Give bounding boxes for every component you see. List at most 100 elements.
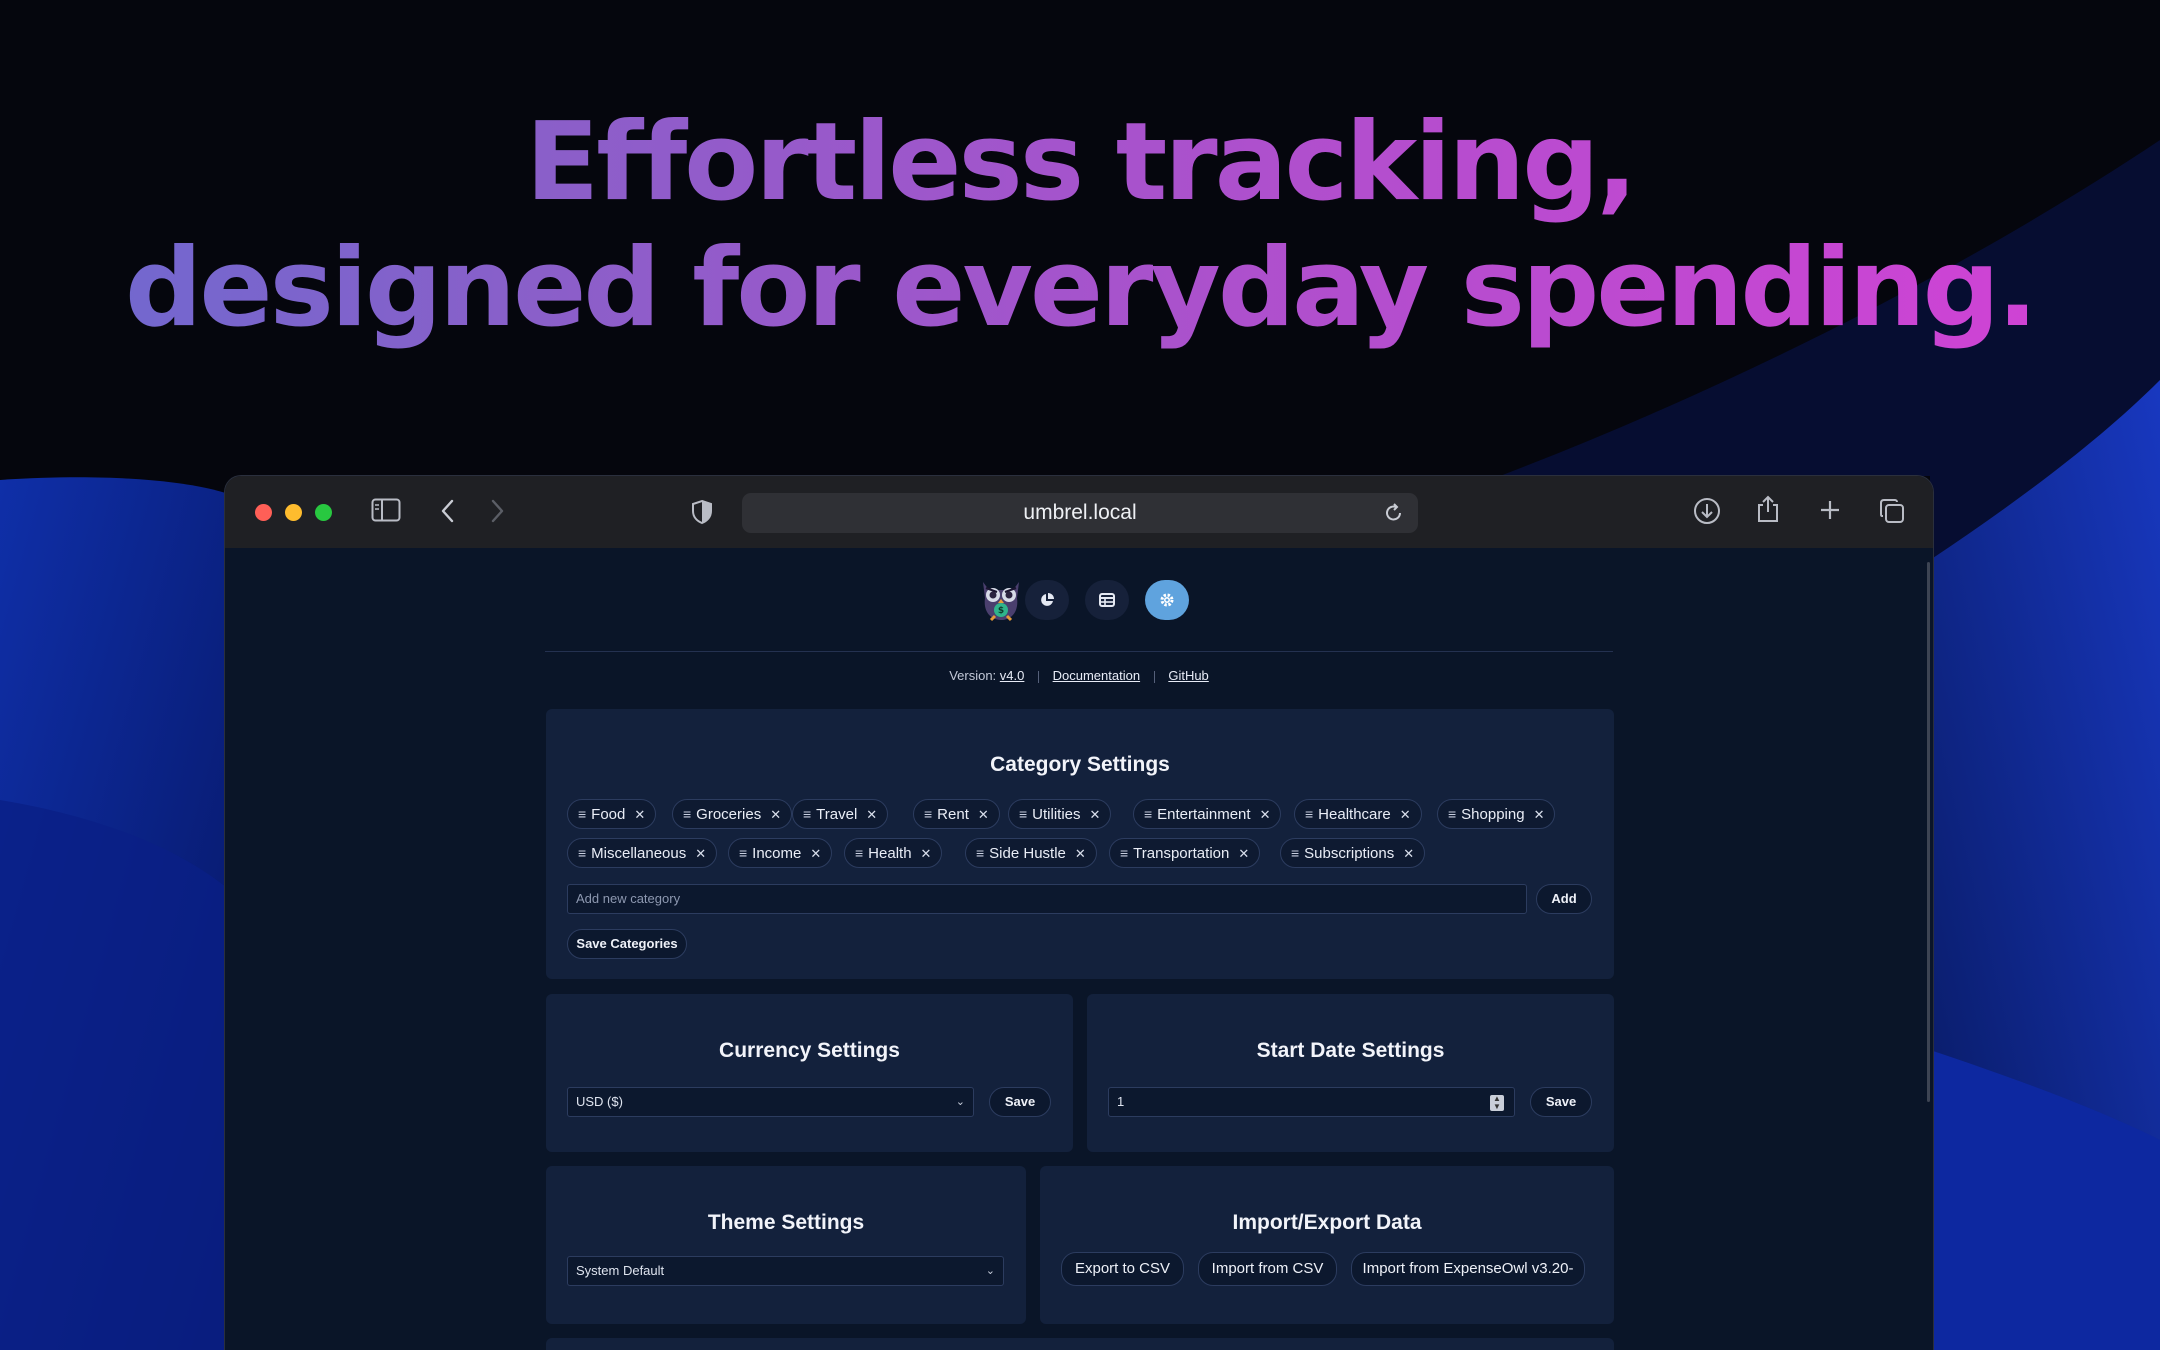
remove-category-icon[interactable]: ✕ <box>1400 807 1411 822</box>
drag-handle-icon[interactable]: ≡ <box>803 806 811 822</box>
start-date-input[interactable]: 1 ▲ ▼ <box>1108 1087 1515 1117</box>
remove-category-icon[interactable]: ✕ <box>1403 846 1414 861</box>
privacy-shield-icon[interactable] <box>691 499 713 530</box>
divider <box>1153 670 1155 683</box>
drag-handle-icon[interactable]: ≡ <box>924 806 932 822</box>
add-category-input[interactable]: Add new category <box>567 884 1527 914</box>
category-chip[interactable]: ≡ Healthcare ✕ <box>1294 799 1422 829</box>
import-legacy-button[interactable]: Import from ExpenseOwl v3.20- <box>1351 1252 1585 1286</box>
remove-category-icon[interactable]: ✕ <box>978 807 989 822</box>
drag-handle-icon[interactable]: ≡ <box>1120 845 1128 861</box>
github-link[interactable]: GitHub <box>1168 668 1208 683</box>
remove-category-icon[interactable]: ✕ <box>1090 807 1101 822</box>
hero-line-1: Effortless tracking, <box>525 100 1635 225</box>
category-chip-label: Transportation <box>1133 845 1230 862</box>
url-text: umbrel.local <box>1023 501 1137 524</box>
category-chip[interactable]: ≡ Subscriptions ✕ <box>1280 838 1426 868</box>
sidebar-icon[interactable] <box>371 498 401 527</box>
reload-icon[interactable] <box>1384 493 1404 537</box>
nav-table-button[interactable] <box>1085 580 1129 620</box>
remove-category-icon[interactable]: ✕ <box>1260 807 1271 822</box>
category-chip-label: Miscellaneous <box>591 845 687 862</box>
category-chip[interactable]: ≡ Groceries ✕ <box>672 799 793 829</box>
category-chip-label: Shopping <box>1461 806 1525 823</box>
stepper-icon[interactable]: ▲ ▼ <box>1490 1095 1504 1111</box>
category-chip-label: Groceries <box>696 806 762 823</box>
drag-handle-icon[interactable]: ≡ <box>1144 806 1152 822</box>
save-start-date-button[interactable]: Save <box>1530 1087 1592 1117</box>
address-bar[interactable]: umbrel.local <box>742 493 1418 533</box>
back-icon[interactable] <box>440 498 456 529</box>
category-chip[interactable]: ≡ Travel ✕ <box>792 799 889 829</box>
start-date-settings-card: Start Date Settings 1 ▲ ▼ Save <box>1087 994 1614 1152</box>
remove-category-icon[interactable]: ✕ <box>1534 807 1545 822</box>
drag-handle-icon[interactable]: ≡ <box>855 845 863 861</box>
nav-dashboard-button[interactable] <box>1025 580 1069 620</box>
forward-icon[interactable] <box>489 498 505 529</box>
window-minimize-button[interactable] <box>285 504 302 521</box>
category-chip-label: Food <box>591 806 626 823</box>
category-chip[interactable]: ≡ Utilities ✕ <box>1008 799 1112 829</box>
documentation-link[interactable]: Documentation <box>1053 668 1140 683</box>
category-chip[interactable]: ≡ Miscellaneous ✕ <box>567 838 718 868</box>
drag-handle-icon[interactable]: ≡ <box>578 845 586 861</box>
version-info: Version: v4.0 Documentation GitHub <box>225 668 1933 683</box>
drag-handle-icon[interactable]: ≡ <box>1291 845 1299 861</box>
save-categories-button[interactable]: Save Categories <box>567 929 687 959</box>
export-csv-button[interactable]: Export to CSV <box>1061 1252 1184 1286</box>
theme-select[interactable]: System Default ⌄ <box>567 1256 1004 1286</box>
tabs-overview-icon[interactable] <box>1878 497 1906 530</box>
import-csv-button[interactable]: Import from CSV <box>1198 1252 1337 1286</box>
category-chip[interactable]: ≡ Health ✕ <box>844 838 943 868</box>
remove-category-icon[interactable]: ✕ <box>634 807 645 822</box>
category-settings-card: Category Settings ≡ Food ✕ ≡ Groceries ✕ ≡ Trav… <box>546 709 1614 979</box>
theme-selected-value: System Default <box>576 1263 665 1278</box>
divider <box>1038 670 1039 683</box>
remove-category-icon[interactable]: ✕ <box>770 807 781 822</box>
new-tab-icon[interactable] <box>1818 498 1842 527</box>
hero-headline: Effortless tracking, designed for everyd… <box>0 100 2160 352</box>
drag-handle-icon[interactable]: ≡ <box>683 806 691 822</box>
chevron-down-icon: ⌄ <box>955 1096 965 1108</box>
category-chip[interactable]: ≡ Income ✕ <box>728 838 833 868</box>
drag-handle-icon[interactable]: ≡ <box>1019 806 1027 822</box>
share-icon[interactable] <box>1755 494 1781 529</box>
scrollbar[interactable] <box>1927 562 1930 1102</box>
remove-category-icon[interactable]: ✕ <box>695 846 706 861</box>
currency-selected-value: USD ($) <box>576 1094 623 1109</box>
category-chip[interactable]: ≡ Transportation ✕ <box>1109 838 1261 868</box>
remove-category-icon[interactable]: ✕ <box>921 846 932 861</box>
category-chip[interactable]: ≡ Side Hustle ✕ <box>965 838 1097 868</box>
drag-handle-icon[interactable]: ≡ <box>578 806 586 822</box>
category-chip[interactable]: ≡ Entertainment ✕ <box>1133 799 1282 829</box>
save-currency-button[interactable]: Save <box>989 1087 1051 1117</box>
drag-handle-icon[interactable]: ≡ <box>1305 806 1313 822</box>
remove-category-icon[interactable]: ✕ <box>1075 846 1086 861</box>
add-category-button[interactable]: Add <box>1536 884 1592 914</box>
remove-category-icon[interactable]: ✕ <box>866 807 877 822</box>
browser-window: umbrel.local $ Version: v4.0 Documentati… <box>225 476 1933 1350</box>
drag-handle-icon[interactable]: ≡ <box>1448 806 1456 822</box>
category-chip-label: Side Hustle <box>989 845 1066 862</box>
category-chip-label: Health <box>868 845 912 862</box>
category-chip[interactable]: ≡ Rent ✕ <box>913 799 1000 829</box>
remove-category-icon[interactable]: ✕ <box>810 846 821 861</box>
category-chip[interactable]: ≡ Shopping ✕ <box>1437 799 1556 829</box>
window-close-button[interactable] <box>255 504 272 521</box>
download-icon[interactable] <box>1693 497 1721 530</box>
app-header: $ <box>545 548 1613 652</box>
category-chip[interactable]: ≡ Food ✕ <box>567 799 657 829</box>
category-chip-label: Subscriptions <box>1304 845 1395 862</box>
start-date-value: 1 <box>1117 1094 1125 1109</box>
currency-select[interactable]: USD ($) ⌄ <box>567 1087 974 1117</box>
import-export-card: Import/Export Data Export to CSV Import … <box>1040 1166 1614 1324</box>
drag-handle-icon[interactable]: ≡ <box>976 845 984 861</box>
table-icon <box>1099 591 1115 608</box>
window-zoom-button[interactable] <box>315 504 332 521</box>
remove-category-icon[interactable]: ✕ <box>1238 846 1249 861</box>
browser-toolbar: umbrel.local <box>225 476 1933 548</box>
drag-handle-icon[interactable]: ≡ <box>739 845 747 861</box>
nav-settings-button[interactable] <box>1145 580 1189 620</box>
version-link[interactable]: v4.0 <box>1000 668 1025 683</box>
next-settings-card <box>546 1338 1614 1350</box>
